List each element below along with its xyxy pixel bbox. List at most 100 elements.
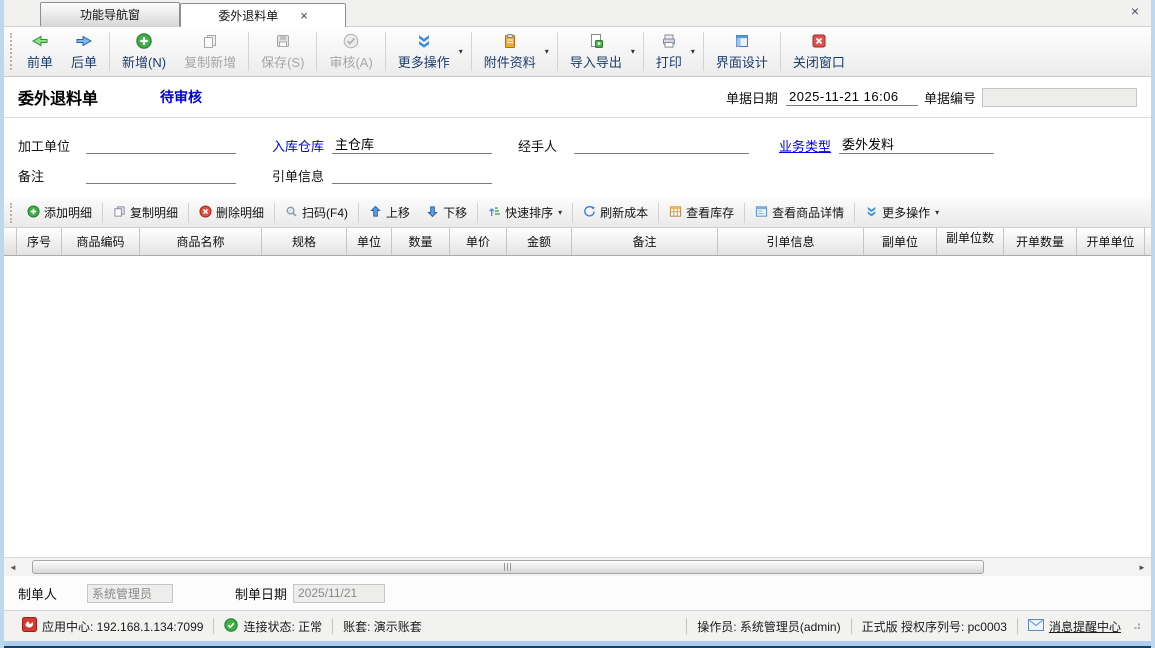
license-text: 正式版 授权序列号: pc0003 — [862, 618, 1007, 635]
close-window-label: 关闭窗口 — [793, 52, 845, 71]
scrollbar-thumb[interactable] — [32, 560, 984, 574]
dropdown-arrow-icon[interactable]: ▾ — [558, 208, 562, 217]
print-label: 打印 — [656, 52, 682, 71]
col-remark[interactable]: 备注 — [572, 228, 718, 255]
close-window-button[interactable]: 关闭窗口 — [784, 29, 854, 74]
toolbar-separator — [780, 32, 781, 71]
copy-new-button[interactable]: 复制新增 — [175, 29, 245, 74]
warehouse-label: 入库仓库 — [272, 136, 332, 155]
maker-field: 系统管理员 — [87, 584, 173, 603]
import-export-icon — [587, 32, 605, 50]
connection-status: 连接状态: 正常 — [214, 618, 332, 635]
col-sub-unit[interactable]: 副单位 — [864, 228, 937, 255]
window-close-icon[interactable]: × — [1131, 4, 1139, 18]
col-order-qty[interactable]: 开单数量 — [1004, 228, 1077, 255]
col-price[interactable]: 单价 — [450, 228, 507, 255]
copy-detail-label: 复制明细 — [130, 204, 178, 221]
prev-doc-button[interactable]: 前单 — [18, 29, 62, 74]
view-stock-button[interactable]: 查看库存 — [661, 201, 742, 225]
col-unit[interactable]: 单位 — [347, 228, 392, 255]
horizontal-scrollbar[interactable]: ◄ ► — [4, 557, 1151, 576]
dropdown-arrow-icon[interactable]: ▾ — [691, 47, 695, 56]
save-button[interactable]: 保存(S) — [252, 29, 313, 74]
dropdown-arrow-icon[interactable]: ▾ — [545, 47, 549, 56]
add-circle-icon — [135, 32, 153, 50]
account-set-text: 账套: 演示账套 — [343, 618, 422, 635]
import-export-button[interactable]: 导入导出 ▾ — [561, 29, 640, 74]
doc-date-input[interactable]: 2025-11-21 16:06 — [786, 88, 918, 106]
import-export-label: 导入导出 — [570, 52, 622, 71]
add-new-button[interactable]: 新增(N) — [113, 29, 175, 74]
business-type-link[interactable]: 业务类型 — [779, 136, 839, 155]
col-amount[interactable]: 金额 — [507, 228, 572, 255]
license-status: 正式版 授权序列号: pc0003 — [852, 618, 1017, 635]
app-logo-icon — [22, 617, 37, 635]
tab-outsourcing-return-order[interactable]: 委外退料单 × — [180, 3, 346, 27]
processing-unit-input[interactable] — [86, 136, 236, 154]
toolbar-separator — [385, 32, 386, 71]
save-label: 保存(S) — [261, 52, 304, 71]
ui-design-button[interactable]: 界面设计 — [707, 29, 777, 74]
copy-detail-button[interactable]: 复制明细 — [105, 201, 186, 225]
scroll-left-icon[interactable]: ◄ — [6, 563, 20, 572]
audit-button[interactable]: 审核(A) — [320, 29, 381, 74]
operator-text: 操作员: 系统管理员(admin) — [697, 618, 840, 635]
arrow-left-icon — [31, 32, 49, 50]
col-quantity[interactable]: 数量 — [392, 228, 450, 255]
toolbar-separator — [854, 203, 855, 223]
toolbar-grip — [10, 203, 14, 223]
col-seq[interactable]: 序号 — [17, 228, 62, 255]
sort-icon — [488, 205, 501, 221]
col-spec[interactable]: 规格 — [262, 228, 347, 255]
toolbar-separator — [572, 203, 573, 223]
tab-label: 委外退料单 — [218, 7, 278, 24]
warehouse-input[interactable]: 主仓库 — [332, 136, 492, 154]
next-doc-button[interactable]: 后单 — [62, 29, 106, 74]
printer-icon — [660, 32, 678, 50]
scan-button[interactable]: 扫码(F4) — [277, 201, 356, 225]
col-product-name[interactable]: 商品名称 — [140, 228, 262, 255]
handler-input[interactable] — [574, 136, 749, 154]
double-chevron-down-icon — [415, 32, 433, 50]
dropdown-arrow-icon[interactable]: ▾ — [631, 47, 635, 56]
add-detail-button[interactable]: 添加明细 — [19, 201, 100, 225]
tab-function-nav[interactable]: 功能导航窗 — [40, 2, 180, 26]
move-up-button[interactable]: 上移 — [361, 201, 418, 225]
detail-more-operations-button[interactable]: 更多操作 ▾ — [857, 201, 947, 225]
col-ref-info[interactable]: 引单信息 — [718, 228, 864, 255]
col-sub-unit-qty[interactable]: 副单位数 — [937, 228, 1004, 255]
tab-close-icon[interactable]: × — [300, 9, 308, 22]
toolbar-separator — [102, 203, 103, 223]
operator-status: 操作员: 系统管理员(admin) — [687, 618, 850, 635]
print-button[interactable]: 打印 ▾ — [647, 29, 700, 74]
business-type-input[interactable]: 委外发料 — [839, 136, 994, 154]
page-title: 委外退料单 — [18, 85, 98, 109]
dropdown-arrow-icon[interactable]: ▾ — [935, 208, 939, 217]
refresh-cost-button[interactable]: 刷新成本 — [575, 201, 656, 225]
move-down-button[interactable]: 下移 — [418, 201, 475, 225]
scroll-right-icon[interactable]: ► — [1135, 563, 1149, 572]
ref-info-input[interactable] — [332, 166, 492, 184]
refresh-cost-label: 刷新成本 — [600, 204, 648, 221]
status-badge: 待审核 — [160, 87, 202, 107]
remark-input[interactable] — [86, 166, 236, 184]
quick-sort-button[interactable]: 快速排序 ▾ — [480, 201, 570, 225]
toolbar-separator — [703, 32, 704, 71]
delete-detail-button[interactable]: 删除明细 — [191, 201, 272, 225]
dropdown-arrow-icon[interactable]: ▾ — [459, 47, 463, 56]
more-operations-button[interactable]: 更多操作 ▾ — [389, 29, 468, 74]
attachments-label: 附件资料 — [484, 52, 536, 71]
handler-label: 经手人 — [518, 136, 574, 155]
header-form: 加工单位 入库仓库 主仓库 经手人 业务类型 委外发料 备注 引单信息 — [4, 118, 1151, 198]
attachments-button[interactable]: 附件资料 ▾ — [475, 29, 554, 74]
col-order-unit[interactable]: 开单单位 — [1077, 228, 1145, 255]
view-product-detail-button[interactable]: 查看商品详情 — [747, 201, 852, 225]
toolbar-separator — [643, 32, 644, 71]
message-center-link[interactable]: 消息提醒中心 — [1018, 618, 1131, 635]
quick-sort-label: 快速排序 — [505, 204, 553, 221]
toolbar-separator — [274, 203, 275, 223]
grid-table-icon — [669, 205, 682, 221]
view-stock-label: 查看库存 — [686, 204, 734, 221]
doc-date-label: 单据日期 — [726, 88, 778, 107]
col-product-code[interactable]: 商品编码 — [62, 228, 140, 255]
